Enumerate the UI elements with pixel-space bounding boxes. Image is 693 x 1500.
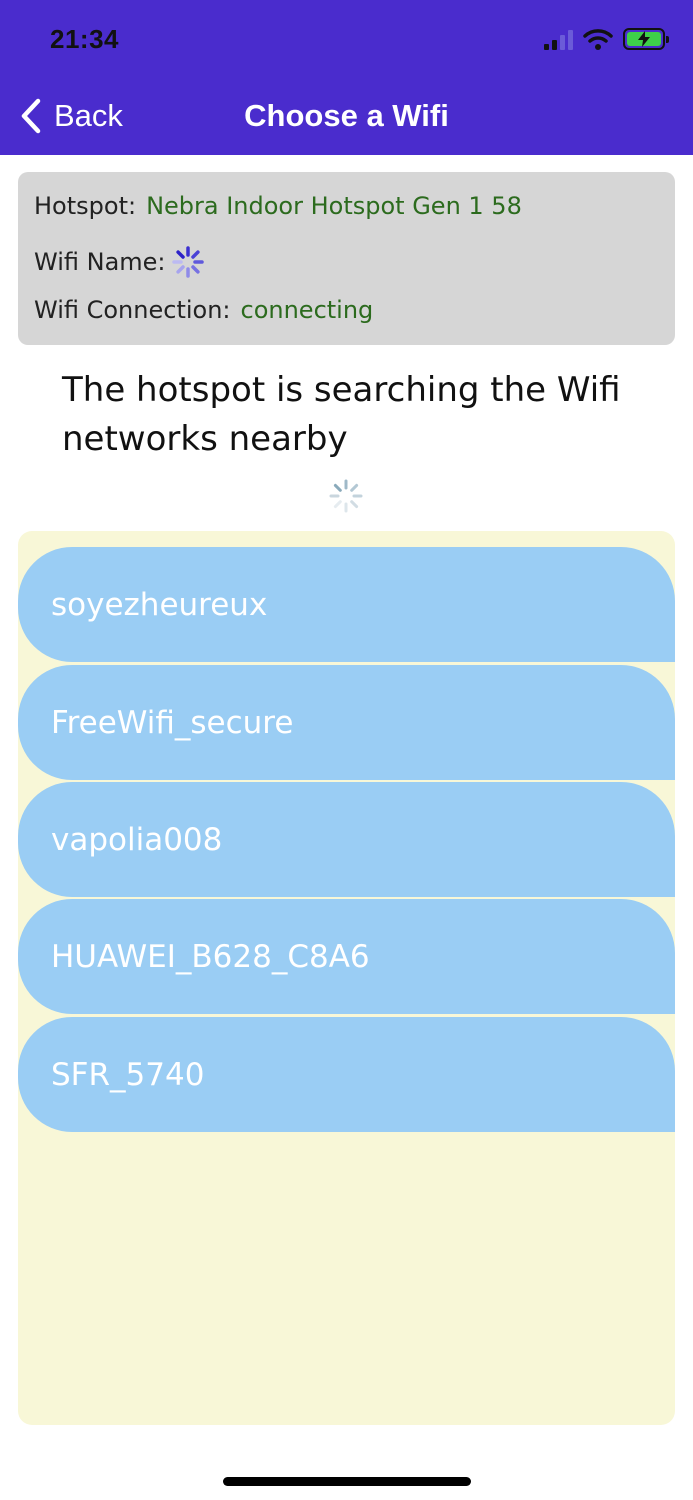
connection-status: connecting bbox=[240, 296, 374, 324]
wifi-network-item[interactable]: SFR_5740 bbox=[18, 1017, 675, 1132]
hotspot-row: Hotspot: Nebra Indoor Hotspot Gen 1 58 bbox=[34, 192, 522, 220]
wifi-network-item[interactable]: soyezheureux bbox=[18, 547, 675, 662]
battery-charging-icon bbox=[623, 28, 669, 50]
connection-label: Wifi Connection: bbox=[34, 296, 231, 324]
wifi-network-name: FreeWifi_secure bbox=[51, 704, 294, 741]
wifi-name-label: Wifi Name: bbox=[34, 248, 166, 276]
status-icons bbox=[544, 28, 669, 50]
wifi-icon bbox=[583, 29, 613, 50]
wifi-network-item[interactable]: vapolia008 bbox=[18, 782, 675, 897]
hotspot-value: Nebra Indoor Hotspot Gen 1 58 bbox=[146, 192, 522, 220]
page-title: Choose a Wifi bbox=[244, 98, 449, 133]
search-message: The hotspot is searching the Wifi networ… bbox=[62, 370, 621, 459]
wifi-network-name: HUAWEI_B628_C8A6 bbox=[51, 938, 370, 975]
wifi-network-item[interactable]: HUAWEI_B628_C8A6 bbox=[18, 899, 675, 1014]
status-time: 21:34 bbox=[50, 24, 119, 54]
wifi-network-item[interactable]: FreeWifi_secure bbox=[18, 665, 675, 780]
home-indicator[interactable] bbox=[223, 1477, 471, 1486]
wifi-network-name: vapolia008 bbox=[51, 821, 223, 858]
hotspot-info-card: Hotspot: Nebra Indoor Hotspot Gen 1 58 W… bbox=[18, 172, 675, 345]
wifi-connection-row: Wifi Connection: connecting bbox=[34, 296, 373, 324]
header-bar: 21:34 Back Choose a Wifi bbox=[0, 0, 693, 155]
loading-spinner-icon bbox=[171, 246, 204, 278]
wifi-name-row: Wifi Name: bbox=[34, 244, 206, 280]
hotspot-label: Hotspot: bbox=[34, 192, 137, 220]
wifi-network-name: SFR_5740 bbox=[51, 1056, 205, 1093]
loading-spinner-icon bbox=[329, 479, 363, 513]
cellular-signal-icon bbox=[544, 28, 573, 50]
wifi-network-name: soyezheureux bbox=[51, 586, 268, 623]
